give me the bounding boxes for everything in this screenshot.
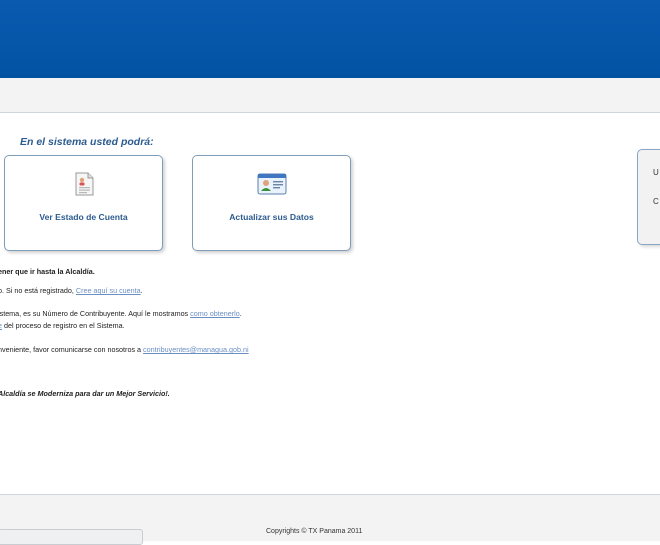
top-banner [0, 0, 660, 78]
side-panel-item: C [653, 197, 659, 206]
info-text: istema, es su Número de Contribuyente. A… [0, 309, 191, 318]
footer: Copyrights © TX Panama 2011 [0, 494, 660, 545]
intro-heading: En el sistema usted podrá: [20, 136, 154, 148]
info-line-registro: o. Si no está registrado, Cree aquí su c… [0, 286, 143, 295]
footer-box [0, 529, 143, 545]
side-login-panel: U C [637, 149, 660, 245]
actualizar-datos-label: Actualizar sus Datos [229, 212, 314, 222]
document-icon [73, 172, 95, 201]
slogan-line: Alcaldía se Moderniza para dar un Mejor … [0, 389, 170, 398]
info-line-contacto: nveniente, favor comunicarse con nosotro… [0, 345, 249, 354]
info-text: . [239, 309, 242, 318]
ver-estado-cuenta-label: Ver Estado de Cuenta [39, 212, 128, 222]
info-line-contribuyente: istema, es su Número de Contribuyente. A… [0, 309, 242, 318]
info-line-alcaldia: ener que ir hasta la Alcaldía. [0, 267, 95, 276]
info-line-proceso: e del proceso de registro en el Sistema. [0, 321, 125, 330]
ver-estado-cuenta-button[interactable]: Ver Estado de Cuenta [4, 155, 163, 251]
copyright-text: Copyrights © TX Panama 2011 [266, 528, 363, 535]
email-contacto-link[interactable]: contribuyentes@managua.gob.ni [143, 345, 249, 354]
crear-cuenta-link[interactable]: Cree aquí su cuenta [76, 286, 141, 295]
como-obtenerlo-link[interactable]: como obtenerlo [190, 309, 240, 318]
nav-bar [0, 78, 660, 113]
info-text: o. Si no está registrado, [0, 286, 76, 295]
side-panel-item: U [653, 168, 659, 177]
actualizar-datos-button[interactable]: Actualizar sus Datos [192, 155, 351, 251]
info-text: . [140, 286, 143, 295]
info-text: nveniente, favor comunicarse con nosotro… [0, 345, 144, 354]
info-text: del proceso de registro en el Sistema. [2, 321, 125, 330]
id-card-icon [257, 172, 287, 201]
